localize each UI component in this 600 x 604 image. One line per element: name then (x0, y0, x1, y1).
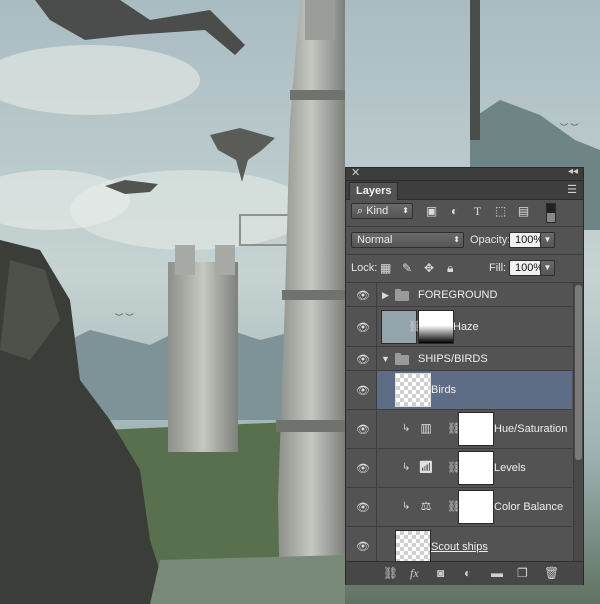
scrollbar-thumb[interactable] (575, 285, 582, 460)
layer-name: Haze (453, 321, 479, 333)
opacity-label: Opacity: (470, 234, 511, 246)
visibility-eye-icon[interactable]: 👁︎ (356, 384, 370, 397)
adjustment-layer-icon[interactable]: ◐ (464, 566, 471, 580)
layer-name: Scout ships (431, 541, 488, 553)
fx-icon[interactable]: fx (410, 566, 419, 580)
layer-mask-thumbnail (458, 412, 494, 446)
layer-name: Hue/Saturation (494, 423, 568, 435)
layer-name: Color Balance (494, 501, 564, 513)
folder-open-icon (395, 353, 409, 365)
layer-row-haze[interactable]: 👁︎ ⛓ Haze (346, 307, 572, 347)
layer-thumbnail (395, 373, 431, 407)
layers-scrollbar[interactable] (573, 283, 583, 561)
color-balance-icon: ⚖ (420, 499, 432, 513)
new-group-icon[interactable]: ▬ (491, 566, 503, 580)
visibility-eye-icon[interactable]: 👁︎ (356, 540, 370, 553)
fill-label: Fill: (489, 262, 507, 274)
type-filter-icon[interactable]: T (471, 205, 484, 218)
layer-row-hue-saturation[interactable]: 👁︎ ↳ ▥ ⛓ Hue/Saturation (346, 410, 572, 449)
opacity-value: 100% (515, 234, 544, 246)
lock-row: Lock: ▦ ✎ ✥ 🔒︎ Fill: 100% ▼ (346, 256, 583, 282)
collapse-icon[interactable]: ◂◂ (568, 166, 578, 177)
layer-mask-thumbnail (418, 310, 454, 344)
lock-all-icon[interactable]: 🔒︎ (447, 261, 453, 275)
layer-row-levels[interactable]: 👁︎ ↳ 📶︎ ⛓ Levels (346, 449, 572, 488)
visibility-eye-icon[interactable]: 👁︎ (356, 462, 370, 475)
expand-arrow-icon[interactable]: ▶ (382, 290, 389, 301)
visibility-eye-icon[interactable]: 👁︎ (356, 321, 370, 334)
layer-thumbnail (395, 530, 431, 561)
blend-mode-value: Normal (357, 234, 393, 246)
layer-name: Birds (431, 384, 457, 396)
visibility-eye-icon[interactable]: 👁︎ (356, 289, 370, 302)
layer-mask-thumbnail (458, 490, 494, 524)
layer-row-ships-birds[interactable]: 👁︎ ▼ SHIPS/BIRDS (346, 347, 572, 371)
panel-titlebar: ✕ ◂◂ (346, 166, 583, 181)
close-icon[interactable]: ✕ (351, 166, 360, 179)
lock-transparent-pixels-icon[interactable]: ▦ (380, 261, 391, 275)
lock-image-pixels-icon[interactable]: ✎ (402, 261, 412, 275)
adjustment-filter-icon[interactable]: ◐ (448, 205, 461, 218)
clipping-arrow-icon: ↳ (402, 423, 411, 434)
tab-layers[interactable]: Layers (349, 182, 399, 200)
fill-value: 100% (515, 262, 544, 274)
collapse-arrow-icon[interactable]: ▼ (381, 354, 390, 364)
panel-tab-row: Layers ☰ (346, 181, 583, 200)
visibility-eye-icon[interactable]: 👁︎ (356, 423, 370, 436)
filter-kind-dropdown[interactable]: ⌕ Kind ⬍ (351, 203, 413, 219)
clipping-arrow-icon: ↳ (402, 501, 411, 512)
visibility-eye-icon[interactable]: 👁︎ (356, 501, 370, 514)
filter-kind-label: Kind (366, 205, 389, 217)
smart-object-filter-icon[interactable]: ▤ (517, 205, 530, 218)
layers-bottom-toolbar: ⛓ fx ◙ ◐ ▬ ❐ 🗑︎ (346, 561, 583, 585)
layers-panel: ✕ ◂◂ Layers ☰ ⌕ Kind ⬍ ▣ ◐ T ⬚ ▤ Normal … (345, 166, 584, 585)
layer-row-birds[interactable]: 👁︎ Birds (346, 371, 572, 410)
search-icon: ⌕ (357, 205, 367, 217)
blend-mode-dropdown[interactable]: Normal ⬍ (351, 232, 464, 248)
panel-menu-icon[interactable]: ☰ (567, 183, 577, 196)
filter-row: ⌕ Kind ⬍ ▣ ◐ T ⬚ ▤ (346, 200, 583, 226)
layers-list: 👁︎ ▶ FOREGROUND 👁︎ ⛓ Haze 👁︎ ▼ SHIPS/BIR… (346, 283, 572, 561)
blend-row: Normal ⬍ Opacity: 100% ▼ (346, 229, 583, 255)
layer-row-color-balance[interactable]: 👁︎ ↳ ⚖ ⛓ Color Balance (346, 488, 572, 527)
layer-name: FOREGROUND (418, 289, 498, 301)
hue-saturation-icon: ▥ (420, 421, 432, 435)
fill-dropdown-arrow[interactable]: ▼ (540, 260, 555, 276)
link-layers-icon[interactable]: ⛓ (383, 566, 398, 580)
lock-label: Lock: (351, 262, 378, 274)
layer-name: SHIPS/BIRDS (418, 353, 488, 365)
layer-row-foreground[interactable]: 👁︎ ▶ FOREGROUND (346, 283, 572, 307)
new-layer-icon[interactable]: ❐ (517, 566, 528, 580)
clipping-arrow-icon: ↳ (402, 462, 411, 473)
image-filter-icon[interactable]: ▣ (425, 205, 438, 218)
folder-icon (395, 289, 409, 301)
lock-position-icon[interactable]: ✥ (424, 261, 434, 275)
birds: ︶ ︶ (115, 312, 134, 322)
add-mask-icon[interactable]: ◙ (437, 566, 444, 580)
opacity-dropdown-arrow[interactable]: ▼ (540, 232, 555, 248)
chevron-updown-icon: ⬍ (402, 206, 409, 215)
small-tower (168, 262, 238, 452)
levels-icon: 📶︎ (418, 460, 434, 474)
visibility-eye-icon[interactable]: 👁︎ (356, 353, 370, 366)
layer-name: Levels (494, 462, 526, 474)
layer-mask-thumbnail (458, 451, 494, 485)
layer-row-scout-ships[interactable]: 👁︎ Scout ships (346, 527, 572, 561)
shape-filter-icon[interactable]: ⬚ (494, 205, 507, 218)
trash-icon[interactable]: 🗑︎ (544, 566, 559, 580)
birds: ︶ ︶ (560, 122, 579, 132)
filter-toggle[interactable] (546, 203, 556, 223)
chevron-updown-icon: ⬍ (453, 235, 460, 244)
